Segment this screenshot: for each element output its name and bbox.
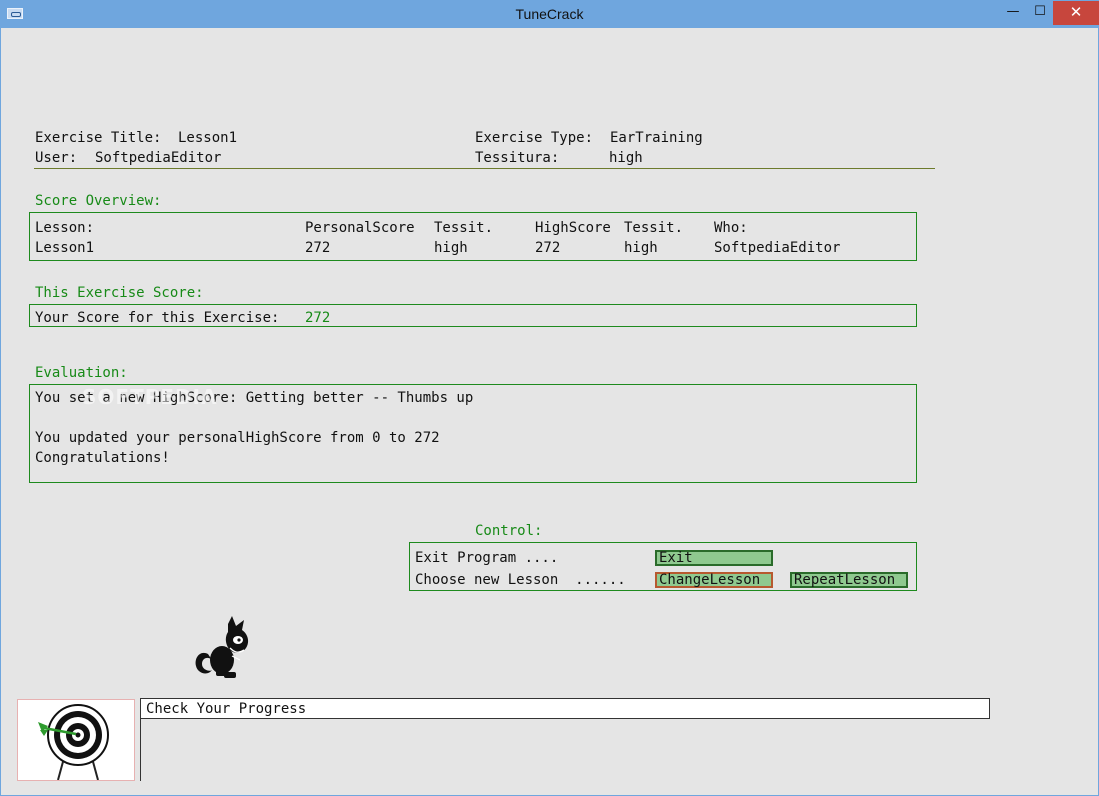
change-lesson-button[interactable]: ChangeLesson [655,572,773,588]
table-cell-tessitura: high [434,240,468,256]
cat-mascot-icon [195,616,249,678]
exercise-score-box: Your Score for this Exercise: 272 [29,304,917,327]
choose-lesson-label: Choose new Lesson ...... [415,572,626,588]
app-window: TuneCrack — ☐ ✕ Exercise Title: Lesson1 … [0,0,1099,796]
evaluation-line-3: Congratulations! [35,450,170,466]
col-header-lesson: Lesson: [35,220,95,236]
exercise-score-heading: This Exercise Score: [35,285,204,301]
col-header-tessitura: Tessit. [434,220,494,236]
table-cell-tessitura-2: high [624,240,658,256]
client-area: Exercise Title: Lesson1 User: SoftpediaE… [4,28,1096,794]
tessitura-value: high [609,150,643,166]
exercise-title-value: Lesson1 [178,130,238,146]
score-overview-heading: Score Overview: [35,193,162,209]
check-progress-field[interactable]: Check Your Progress [140,698,990,719]
exit-program-label: Exit Program .... [415,550,559,566]
tessitura-label: Tessitura: [475,150,560,166]
table-cell-lesson: Lesson1 [35,240,95,256]
header-divider [34,168,935,169]
exit-button[interactable]: Exit [655,550,773,566]
exercise-title-label: Exercise Title: [35,130,162,146]
evaluation-heading: Evaluation: [35,365,128,381]
control-heading: Control: [475,523,543,539]
softpedia-watermark: SOFTPEDIA [82,385,218,409]
exercise-score-label: Your Score for this Exercise: [35,310,280,326]
col-header-tessitura-2: Tessit. [624,220,684,236]
progress-divider [140,719,141,781]
maximize-button[interactable]: ☐ [1026,1,1054,25]
evaluation-line-2: You updated your personalHighScore from … [35,430,440,446]
table-cell-personal-score: 272 [305,240,331,256]
score-overview-table: Lesson: PersonalScore Tessit. HighScore … [29,212,917,261]
table-cell-who: SoftpediaEditor [714,240,841,256]
check-progress-label: Check Your Progress [146,701,307,717]
col-header-personal-score: PersonalScore [305,220,415,236]
exercise-type-label: Exercise Type: [475,130,594,146]
col-header-high-score: HighScore [535,220,611,236]
target-icon [38,704,109,781]
col-header-who: Who: [714,220,748,236]
user-label: User: [35,150,78,166]
repeat-lesson-button[interactable]: RepeatLesson [790,572,908,588]
control-box: Exit Program .... Exit Choose new Lesson… [409,542,917,591]
window-title: TuneCrack [515,6,584,22]
table-cell-high-score: 272 [535,240,561,256]
title-bar[interactable]: TuneCrack — ☐ ✕ [1,1,1099,28]
exercise-score-value: 272 [305,310,331,326]
exercise-type-value: EarTraining [610,130,703,146]
user-value: SoftpediaEditor [95,150,222,166]
minimize-button[interactable]: — [999,1,1027,25]
close-button[interactable]: ✕ [1053,1,1099,25]
target-panel [17,699,135,781]
